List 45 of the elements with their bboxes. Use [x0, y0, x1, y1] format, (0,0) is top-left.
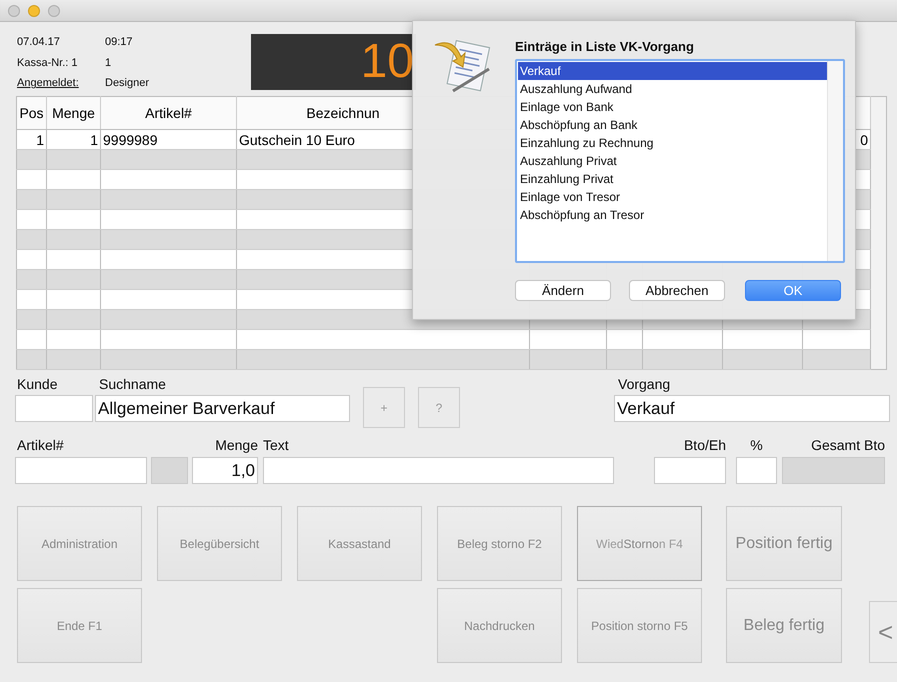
column-header: Artikel# [100, 96, 236, 130]
column-header: Pos [16, 96, 46, 130]
input-field[interactable] [736, 457, 777, 484]
info-value: 1 [105, 56, 112, 71]
field-label: Artikel# [16, 437, 65, 453]
field-label: Text [263, 437, 290, 453]
info-label: 07.04.17 [17, 35, 61, 50]
table-cell: 9999989 [100, 130, 236, 150]
input-field[interactable] [654, 457, 726, 484]
list-item[interactable]: Einlage von Tresor [518, 188, 827, 206]
input-field[interactable] [263, 457, 614, 484]
field-label: Kunde [17, 376, 58, 392]
info-label: Angemeldet: [17, 76, 80, 92]
input-field[interactable]: 1,0 [192, 457, 258, 484]
close-button[interactable] [8, 4, 20, 16]
list-scrollbar[interactable] [827, 61, 843, 261]
list-item[interactable]: Auszahlung Privat [518, 152, 827, 170]
list-item[interactable]: Auszahlung Aufwand [518, 80, 827, 98]
dialog-button[interactable]: Ändern [515, 280, 611, 301]
input-field[interactable]: Allgemeiner Barverkauf [95, 395, 350, 422]
lookup-field[interactable] [151, 457, 188, 484]
field-label: Gesamt Bto [810, 437, 885, 453]
dialog-title: Einträge in Liste VK-Vorgang [515, 39, 695, 54]
input-field[interactable] [15, 457, 147, 484]
input-field[interactable] [15, 395, 93, 422]
field-label: Menge [214, 437, 258, 453]
table-cell: 1 [16, 130, 46, 150]
input-field[interactable] [782, 457, 885, 484]
field-label: % [749, 437, 764, 453]
field-label: Bto/Eh [682, 437, 726, 453]
list-item[interactable]: Verkauf [518, 62, 827, 80]
table-cell: 1 [46, 130, 100, 150]
field-label: Suchname [98, 376, 167, 392]
column-header: Menge [46, 96, 100, 130]
zoom-button[interactable] [48, 4, 60, 16]
info-label: Kassa-Nr.: 1 [17, 56, 79, 71]
input-field[interactable]: Verkauf [614, 395, 890, 422]
minimize-button[interactable] [28, 4, 40, 16]
list-item[interactable]: Einzahlung Privat [518, 170, 827, 188]
info-value: Designer [105, 76, 150, 92]
dialog-button[interactable]: Abbrechen [629, 280, 725, 301]
list-item[interactable]: Abschöpfung an Tresor [518, 206, 827, 224]
field-label: Vorgang [617, 376, 672, 392]
amount-text: 10 [360, 34, 414, 90]
info-value: 09:17 [105, 35, 134, 50]
